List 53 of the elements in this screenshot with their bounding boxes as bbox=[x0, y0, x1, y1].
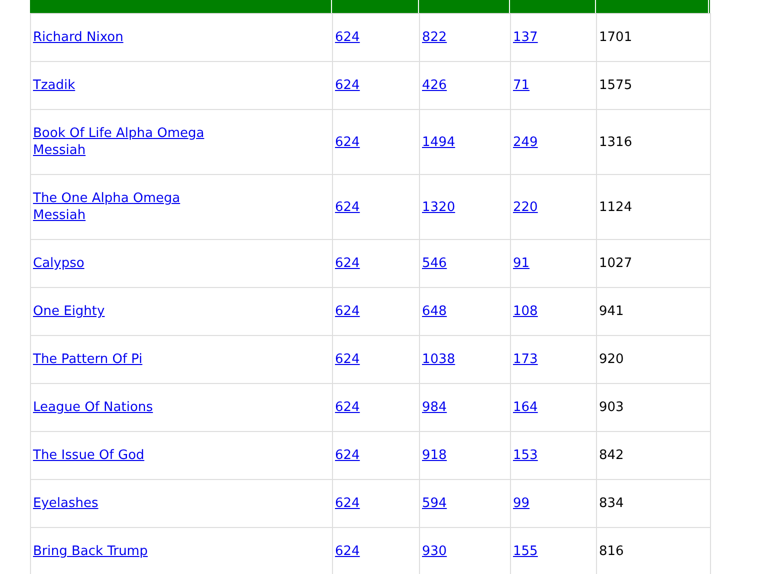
name-link[interactable]: Tzadik bbox=[33, 77, 76, 94]
value-link[interactable]: 624 bbox=[335, 496, 360, 511]
value-link[interactable]: 822 bbox=[422, 30, 447, 45]
value-link[interactable]: 153 bbox=[513, 448, 538, 463]
value-text: 1027 bbox=[599, 256, 632, 271]
value-text: 834 bbox=[599, 496, 624, 511]
name-link[interactable]: The Issue Of God bbox=[33, 447, 144, 464]
value-link[interactable]: 624 bbox=[335, 352, 360, 367]
value-link[interactable]: 624 bbox=[335, 400, 360, 415]
value-link[interactable]: 624 bbox=[335, 544, 360, 559]
value-link[interactable]: 624 bbox=[335, 256, 360, 271]
value-link[interactable]: 1038 bbox=[422, 352, 456, 367]
value-text: 842 bbox=[599, 448, 624, 463]
value-link[interactable]: 426 bbox=[422, 78, 447, 93]
value-text: 1701 bbox=[599, 30, 632, 45]
value-text: 941 bbox=[599, 304, 624, 319]
value-link[interactable]: 173 bbox=[513, 352, 538, 367]
value-text: 1575 bbox=[599, 78, 632, 93]
value-link[interactable]: 648 bbox=[422, 304, 447, 319]
name-link[interactable]: Bring Back Trump bbox=[33, 543, 148, 560]
value-link[interactable]: 91 bbox=[513, 256, 530, 271]
value-link[interactable]: 137 bbox=[513, 30, 538, 45]
value-text: 1124 bbox=[599, 200, 632, 214]
value-link[interactable]: 164 bbox=[513, 400, 538, 415]
value-link[interactable]: 99 bbox=[513, 496, 530, 511]
value-link[interactable]: 155 bbox=[513, 544, 538, 559]
value-link[interactable]: 220 bbox=[513, 200, 538, 214]
value-text: 903 bbox=[599, 400, 624, 415]
value-link[interactable]: 624 bbox=[335, 304, 360, 319]
value-text: 1316 bbox=[599, 134, 632, 150]
value-link[interactable]: 624 bbox=[335, 78, 360, 93]
value-link[interactable]: 249 bbox=[513, 134, 538, 150]
value-link[interactable]: 984 bbox=[422, 400, 447, 415]
name-link[interactable]: Richard Nixon bbox=[33, 29, 124, 46]
value-link[interactable]: 624 bbox=[335, 200, 360, 214]
name-link[interactable]: Calypso bbox=[33, 255, 84, 272]
value-link[interactable]: 930 bbox=[422, 544, 447, 559]
value-link[interactable]: 594 bbox=[422, 496, 447, 511]
value-text: 920 bbox=[599, 352, 624, 367]
value-link[interactable]: 71 bbox=[513, 78, 530, 93]
name-link[interactable]: The Pattern Of Pi bbox=[33, 351, 142, 368]
value-link[interactable]: 1494 bbox=[422, 134, 456, 150]
value-link[interactable]: 624 bbox=[335, 448, 360, 463]
name-link[interactable]: One Eighty bbox=[33, 303, 105, 320]
value-link[interactable]: 624 bbox=[335, 134, 360, 150]
value-link[interactable]: 918 bbox=[422, 448, 447, 463]
value-link[interactable]: 108 bbox=[513, 304, 538, 319]
value-text: 816 bbox=[599, 544, 624, 559]
value-link[interactable]: 546 bbox=[422, 256, 447, 271]
value-link[interactable]: 624 bbox=[335, 30, 360, 45]
value-link[interactable]: 1320 bbox=[422, 200, 456, 214]
name-link[interactable]: Eyelashes bbox=[33, 495, 98, 512]
name-link[interactable]: League Of Nations bbox=[33, 399, 153, 416]
